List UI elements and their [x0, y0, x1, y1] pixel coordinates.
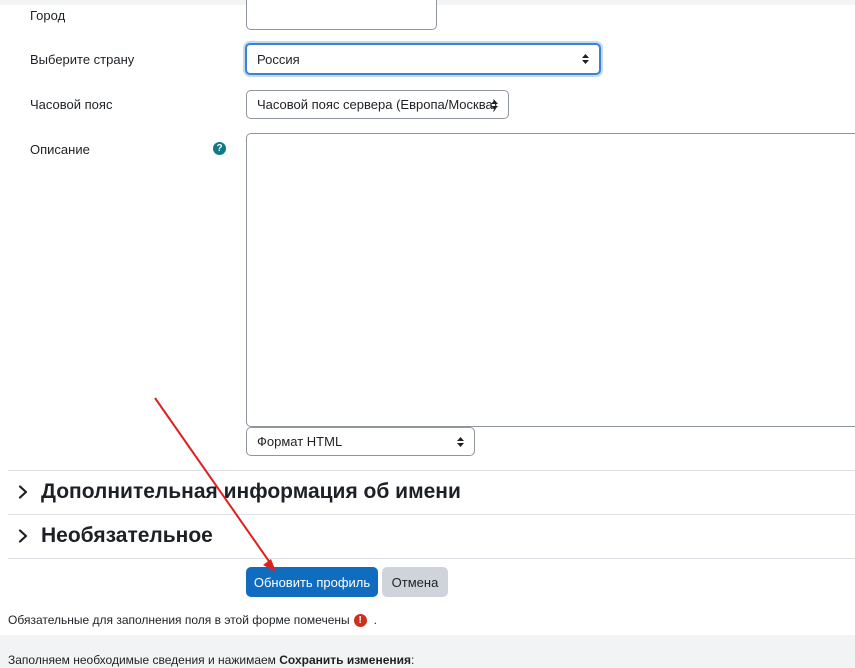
format-select[interactable]: Формат HTML [246, 427, 475, 456]
sort-arrows-icon [582, 54, 589, 64]
required-note-suffix: . [373, 613, 377, 627]
instruction-text: Заполняем необходимые сведения и нажимае… [8, 653, 414, 667]
country-label: Выберите страну [30, 52, 135, 67]
chevron-right-icon [18, 485, 28, 499]
instruction-bold: Сохранить изменения [279, 653, 411, 667]
instruction-prefix: Заполняем необходимые сведения и нажимае… [8, 653, 280, 667]
country-select[interactable]: Россия [245, 43, 601, 75]
exclamation-circle-icon: ! [353, 613, 367, 627]
required-note-text: Обязательные для заполнения поля в этой … [8, 613, 350, 627]
required-fields-note: Обязательные для заполнения поля в этой … [8, 613, 377, 627]
timezone-select[interactable]: Часовой пояс сервера (Европа/Москва) [246, 90, 509, 119]
section-additional-name-info[interactable]: Дополнительная информация об имени [18, 480, 461, 504]
divider [8, 558, 855, 559]
timezone-label: Часовой пояс [30, 97, 113, 112]
city-label: Город [30, 8, 66, 23]
description-label: Описание [30, 142, 90, 157]
chevron-right-icon [18, 529, 28, 543]
sort-arrows-icon [457, 436, 464, 447]
city-input[interactable] [246, 0, 437, 30]
question-circle-icon[interactable]: ? [213, 142, 226, 155]
section-title: Необязательное [41, 524, 213, 547]
instruction-suffix: : [411, 653, 415, 667]
cancel-button[interactable]: Отмена [382, 567, 448, 597]
section-title: Дополнительная информация об имени [41, 480, 461, 503]
divider [8, 470, 855, 471]
country-select-value: Россия [257, 51, 300, 67]
divider [8, 514, 855, 515]
sort-arrows-icon [491, 99, 498, 110]
format-select-value: Формат HTML [257, 434, 343, 449]
section-optional[interactable]: Необязательное [18, 524, 213, 548]
update-profile-button[interactable]: Обновить профиль [246, 567, 378, 597]
description-editor[interactable] [246, 133, 855, 427]
timezone-select-value: Часовой пояс сервера (Европа/Москва) [257, 97, 498, 112]
